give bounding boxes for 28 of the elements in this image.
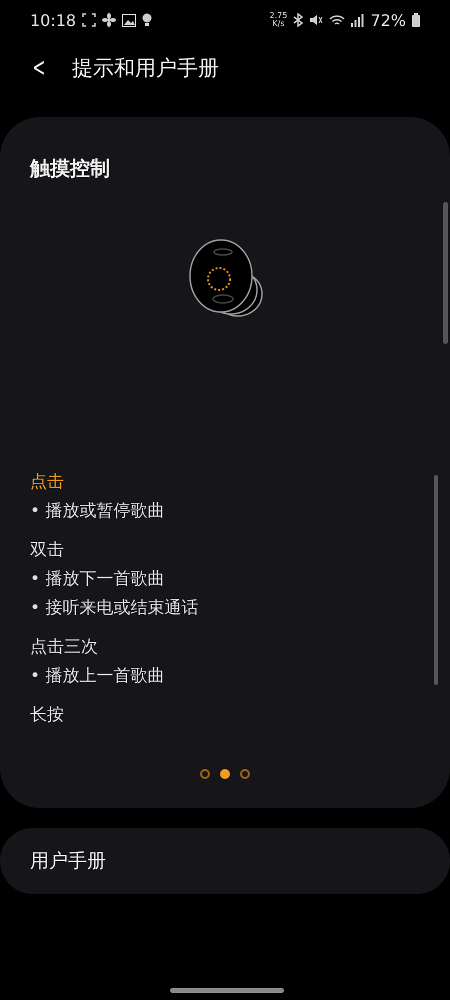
status-time: 10:18 bbox=[30, 10, 76, 30]
gesture-title: 点击 bbox=[30, 471, 65, 493]
image-icon bbox=[122, 14, 136, 26]
gesture-title: 长按 bbox=[30, 704, 65, 726]
network-speed: 2.75 K/s bbox=[269, 12, 288, 28]
page-title: 提示和用户手册 bbox=[72, 55, 219, 82]
signal-icon bbox=[351, 14, 364, 26]
gesture-title: 点击三次 bbox=[30, 636, 99, 658]
mute-icon bbox=[309, 13, 324, 27]
bluetooth-icon bbox=[293, 13, 304, 27]
screenshot-icon bbox=[82, 13, 96, 27]
gesture-action: • 接听来电或结束通话 bbox=[30, 597, 200, 619]
back-button[interactable]: < bbox=[32, 53, 46, 83]
gesture-title: 双击 bbox=[30, 539, 65, 561]
page-indicator-dot[interactable] bbox=[240, 769, 250, 779]
card-title: 触摸控制 bbox=[28, 155, 111, 182]
page-indicator-dot[interactable] bbox=[220, 769, 230, 779]
page-indicator-dot[interactable] bbox=[200, 769, 210, 779]
gesture-action: • 播放上一首歌曲 bbox=[30, 665, 166, 687]
gesture-action: • 播放或暂停歌曲 bbox=[30, 500, 166, 522]
battery-icon bbox=[412, 13, 420, 27]
navigation-handle[interactable] bbox=[170, 988, 284, 993]
bulb-icon bbox=[142, 13, 152, 27]
wifi-icon bbox=[329, 14, 346, 26]
fan-icon bbox=[102, 13, 116, 27]
battery-percent: 72% bbox=[370, 10, 406, 30]
user-manual-item[interactable]: 用户手册 bbox=[0, 828, 450, 894]
gesture-action: • 播放下一首歌曲 bbox=[30, 568, 166, 590]
